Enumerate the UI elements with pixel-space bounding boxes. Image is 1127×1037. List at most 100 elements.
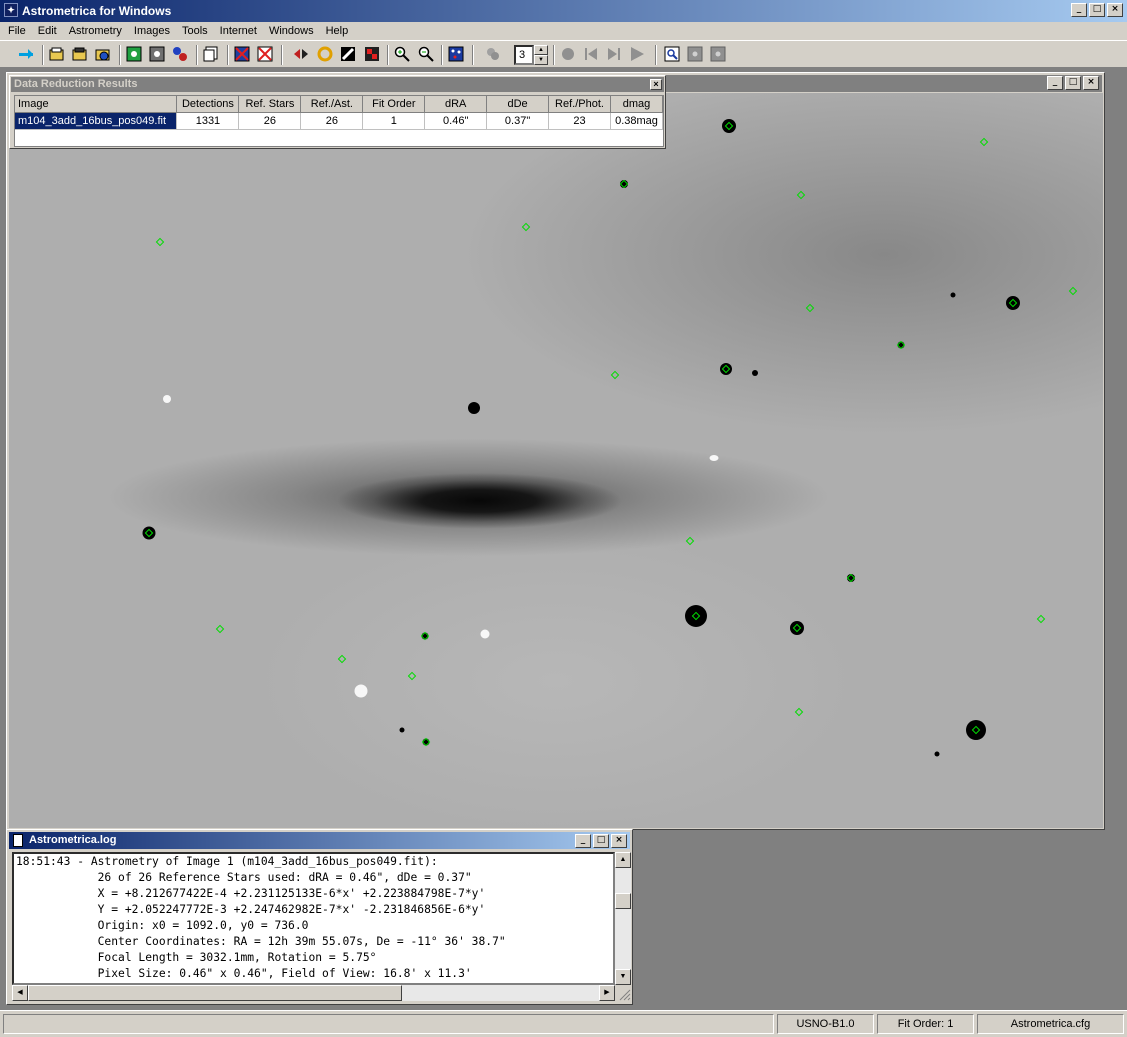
star-icon[interactable] bbox=[149, 46, 165, 62]
menu-internet[interactable]: Internet bbox=[214, 25, 263, 37]
scroll-right-button[interactable]: ▶ bbox=[599, 985, 615, 1001]
reference-marker[interactable] bbox=[610, 370, 620, 380]
stack-count-input[interactable] bbox=[514, 45, 534, 65]
next-icon[interactable] bbox=[606, 46, 622, 62]
cell-dmag[interactable]: 0.38mag bbox=[610, 112, 663, 130]
cell-detections[interactable]: 1331 bbox=[176, 112, 240, 130]
image-list-icon[interactable] bbox=[203, 46, 219, 62]
catalog-icon[interactable] bbox=[448, 46, 464, 62]
maximize-button[interactable]: □ bbox=[1089, 3, 1105, 17]
remove-all-icon[interactable] bbox=[257, 46, 273, 62]
scroll-down-button[interactable]: ▼ bbox=[615, 969, 631, 985]
log-minimize-button[interactable]: _ bbox=[575, 834, 591, 848]
log-text-area[interactable]: 18:51:43 - Astrometry of Image 1 (m104_3… bbox=[12, 852, 615, 985]
results-close-button[interactable]: × bbox=[650, 79, 662, 90]
app-icon[interactable]: ✦ bbox=[4, 3, 18, 17]
hscroll-thumb[interactable] bbox=[28, 985, 402, 1001]
load-darks-icon[interactable] bbox=[72, 46, 88, 62]
cell-dde[interactable]: 0.37" bbox=[486, 112, 549, 130]
color-map-icon[interactable] bbox=[364, 46, 380, 62]
menu-tools[interactable]: Tools bbox=[176, 25, 214, 37]
cell-dra[interactable]: 0.46" bbox=[424, 112, 488, 130]
table-row[interactable]: m104_3add_16bus_pos049.fit 1331 26 26 1 … bbox=[15, 112, 663, 130]
stepper-down-button[interactable]: ▼ bbox=[534, 55, 548, 65]
stepper-up-button[interactable]: ▲ bbox=[534, 45, 548, 55]
stack-icon[interactable] bbox=[485, 46, 501, 62]
stack-count-stepper[interactable]: ▲ ▼ bbox=[514, 45, 550, 65]
status-fit-order: Fit Order: 1 bbox=[877, 1014, 974, 1034]
reference-marker[interactable] bbox=[215, 624, 225, 634]
results-grid: Image Detections Ref. Stars Ref./Ast. Fi… bbox=[14, 95, 664, 147]
menu-windows[interactable]: Windows bbox=[263, 25, 320, 37]
image-maximize-button[interactable]: □ bbox=[1065, 76, 1081, 90]
circle-icon[interactable] bbox=[317, 46, 333, 62]
star-add-icon[interactable] bbox=[126, 46, 142, 62]
image-close-button[interactable]: × bbox=[1083, 76, 1099, 90]
reference-marker[interactable] bbox=[685, 536, 695, 546]
log-vertical-scrollbar[interactable]: ▲ ▼ bbox=[615, 852, 631, 985]
menu-images[interactable]: Images bbox=[128, 25, 176, 37]
col-dmag[interactable]: dmag bbox=[610, 96, 663, 113]
load-images-icon[interactable] bbox=[49, 46, 65, 62]
reference-marker[interactable] bbox=[420, 631, 430, 641]
reference-marker[interactable] bbox=[407, 671, 417, 681]
blink-icon[interactable] bbox=[172, 46, 188, 62]
reference-marker[interactable] bbox=[979, 137, 989, 147]
col-detections[interactable]: Detections bbox=[176, 96, 240, 113]
log-maximize-button[interactable]: □ bbox=[593, 834, 609, 848]
scroll-left-button[interactable]: ◀ bbox=[12, 985, 28, 1001]
log-horizontal-scrollbar[interactable]: ◀ ▶ bbox=[12, 985, 615, 1001]
minimize-button[interactable]: _ bbox=[1071, 3, 1087, 17]
reference-marker[interactable] bbox=[155, 237, 165, 247]
reference-marker[interactable] bbox=[1068, 286, 1078, 296]
col-ref-phot[interactable]: Ref./Phot. bbox=[548, 96, 611, 113]
zoom-in-icon[interactable] bbox=[394, 46, 410, 62]
reference-marker[interactable] bbox=[1036, 614, 1046, 624]
results-header-row: Image Detections Ref. Stars Ref./Ast. Fi… bbox=[15, 96, 663, 113]
zoom-out-icon[interactable] bbox=[418, 46, 434, 62]
resize-grip-icon[interactable] bbox=[615, 985, 631, 1001]
log-close-button[interactable]: × bbox=[611, 834, 627, 848]
reference-marker[interactable] bbox=[421, 737, 431, 747]
col-image[interactable]: Image bbox=[15, 96, 178, 113]
status-catalog: USNO-B1.0 bbox=[777, 1014, 874, 1034]
menu-edit[interactable]: Edit bbox=[32, 25, 63, 37]
options-icon[interactable] bbox=[710, 46, 726, 62]
close-button[interactable]: × bbox=[1107, 3, 1123, 17]
invert-icon[interactable] bbox=[293, 46, 309, 62]
log-window: Astrometrica.log _ □ × 18:51:43 - Astrom… bbox=[6, 829, 633, 1005]
cell-ref-phot[interactable]: 23 bbox=[548, 112, 611, 130]
settings-icon[interactable] bbox=[687, 46, 703, 62]
remove-star-icon[interactable] bbox=[234, 46, 250, 62]
reference-marker[interactable] bbox=[337, 654, 347, 664]
image-minimize-button[interactable]: _ bbox=[1047, 76, 1063, 90]
col-ref-ast[interactable]: Ref./Ast. bbox=[300, 96, 364, 113]
reference-marker[interactable] bbox=[896, 340, 906, 350]
connect-icon[interactable] bbox=[18, 46, 34, 62]
col-fit-order[interactable]: Fit Order bbox=[362, 96, 426, 113]
contrast-icon[interactable] bbox=[340, 46, 356, 62]
cell-ref-stars[interactable]: 26 bbox=[238, 112, 302, 130]
find-icon[interactable] bbox=[664, 46, 680, 62]
astronomical-image[interactable] bbox=[9, 93, 1103, 828]
cell-ref-ast[interactable]: 26 bbox=[300, 112, 364, 130]
previous-icon[interactable] bbox=[583, 46, 599, 62]
cell-image[interactable]: m104_3add_16bus_pos049.fit bbox=[15, 112, 178, 130]
col-ref-stars[interactable]: Ref. Stars bbox=[238, 96, 302, 113]
scroll-up-button[interactable]: ▲ bbox=[615, 852, 631, 868]
reference-marker[interactable] bbox=[805, 303, 815, 313]
cell-fit-order[interactable]: 1 bbox=[362, 112, 426, 130]
star bbox=[752, 370, 758, 376]
scroll-thumb[interactable] bbox=[615, 893, 631, 909]
reference-marker[interactable] bbox=[521, 222, 531, 232]
reference-marker[interactable] bbox=[794, 707, 804, 717]
menu-help[interactable]: Help bbox=[320, 25, 355, 37]
col-dde[interactable]: dDe bbox=[486, 96, 549, 113]
menu-file[interactable]: File bbox=[2, 25, 32, 37]
play-icon[interactable] bbox=[629, 46, 645, 62]
record-icon[interactable] bbox=[560, 46, 576, 62]
col-dra[interactable]: dRA bbox=[424, 96, 488, 113]
menu-astrometry[interactable]: Astrometry bbox=[63, 25, 128, 37]
reference-marker[interactable] bbox=[796, 190, 806, 200]
load-flats-icon[interactable] bbox=[95, 46, 111, 62]
